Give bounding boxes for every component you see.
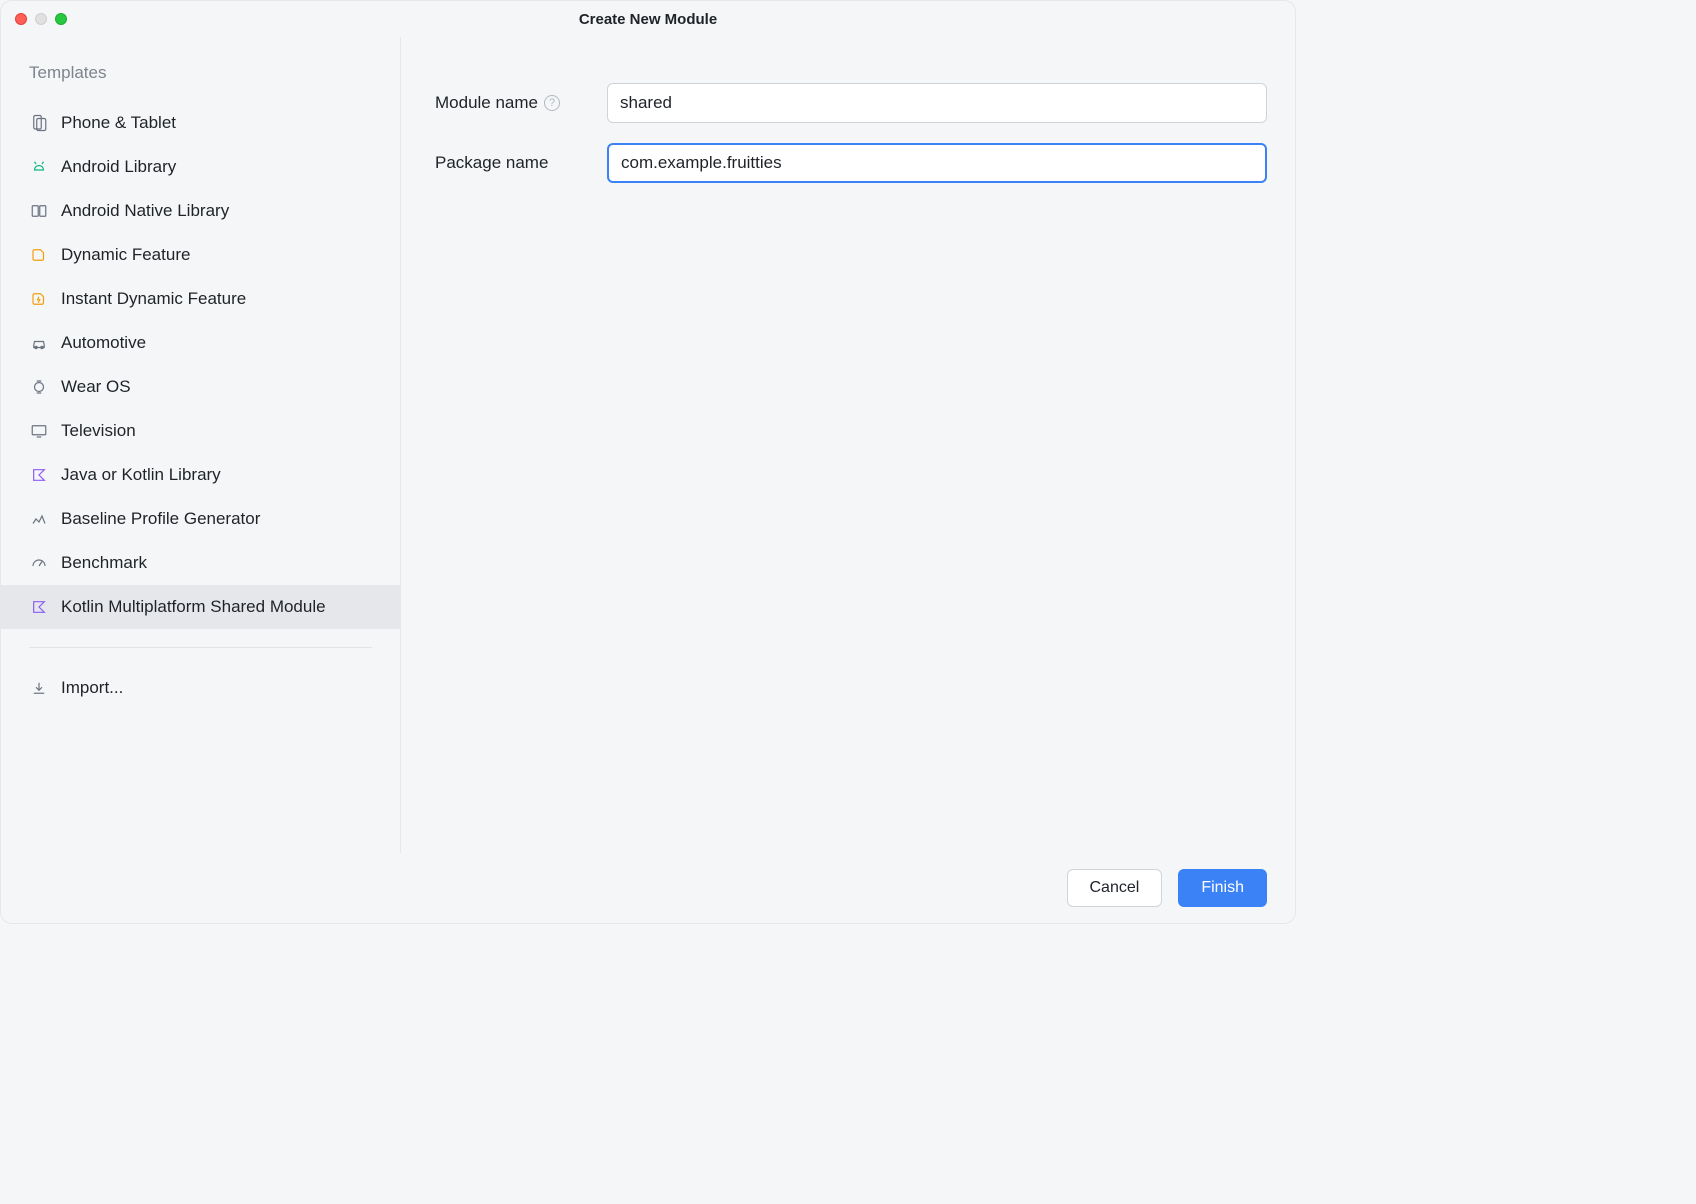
template-label: Television xyxy=(61,421,136,441)
dialog-footer: Cancel Finish xyxy=(1,853,1295,923)
create-module-dialog: Create New Module Templates Phone & Tabl… xyxy=(0,0,1296,924)
module-name-row: Module name ? xyxy=(435,83,1267,123)
zoom-window-button[interactable] xyxy=(55,13,67,25)
template-label: Wear OS xyxy=(61,377,131,397)
template-automotive[interactable]: Automotive xyxy=(1,321,400,365)
minimize-window-button[interactable] xyxy=(35,13,47,25)
template-television[interactable]: Television xyxy=(1,409,400,453)
cancel-button[interactable]: Cancel xyxy=(1067,869,1163,907)
watch-icon xyxy=(29,377,49,397)
titlebar: Create New Module xyxy=(1,1,1295,37)
template-label: Instant Dynamic Feature xyxy=(61,289,246,309)
template-phone-tablet[interactable]: Phone & Tablet xyxy=(1,101,400,145)
template-label: Android Native Library xyxy=(61,201,229,221)
template-label: Phone & Tablet xyxy=(61,113,176,133)
kotlin-icon xyxy=(29,465,49,485)
close-window-button[interactable] xyxy=(15,13,27,25)
cpp-icon xyxy=(29,201,49,221)
templates-sidebar: Templates Phone & Tablet xyxy=(1,37,401,853)
template-baseline-profile-generator[interactable]: Baseline Profile Generator xyxy=(1,497,400,541)
template-label: Android Library xyxy=(61,157,176,177)
template-label: Kotlin Multiplatform Shared Module xyxy=(61,597,326,617)
module-name-label: Module name xyxy=(435,93,538,113)
phone-tablet-icon xyxy=(29,113,49,133)
window-title: Create New Module xyxy=(579,11,717,28)
template-dynamic-feature[interactable]: Dynamic Feature xyxy=(1,233,400,277)
template-kotlin-multiplatform-shared-module[interactable]: Kotlin Multiplatform Shared Module xyxy=(1,585,400,629)
import-icon xyxy=(29,678,49,698)
template-label: Baseline Profile Generator xyxy=(61,509,260,529)
dialog-body: Templates Phone & Tablet xyxy=(1,37,1295,853)
help-icon[interactable]: ? xyxy=(544,95,560,111)
template-label: Import... xyxy=(61,678,123,698)
sidebar-divider xyxy=(29,647,372,648)
template-java-kotlin-library[interactable]: Java or Kotlin Library xyxy=(1,453,400,497)
profile-icon xyxy=(29,509,49,529)
car-icon xyxy=(29,333,49,353)
package-name-label-wrap: Package name xyxy=(435,153,593,173)
module-name-input[interactable] xyxy=(607,83,1267,123)
template-import[interactable]: Import... xyxy=(1,666,400,710)
template-wear-os[interactable]: Wear OS xyxy=(1,365,400,409)
template-android-library[interactable]: Android Library xyxy=(1,145,400,189)
module-name-label-wrap: Module name ? xyxy=(435,93,593,113)
kotlin-icon xyxy=(29,597,49,617)
templates-header: Templates xyxy=(1,59,400,101)
template-instant-dynamic-feature[interactable]: Instant Dynamic Feature xyxy=(1,277,400,321)
module-form: Module name ? Package name xyxy=(401,37,1295,853)
template-label: Java or Kotlin Library xyxy=(61,465,221,485)
android-icon xyxy=(29,157,49,177)
template-benchmark[interactable]: Benchmark xyxy=(1,541,400,585)
template-label: Benchmark xyxy=(61,553,147,573)
dynamic-feature-icon xyxy=(29,245,49,265)
template-android-native-library[interactable]: Android Native Library xyxy=(1,189,400,233)
window-controls xyxy=(15,13,67,25)
package-name-row: Package name xyxy=(435,143,1267,183)
template-label: Automotive xyxy=(61,333,146,353)
templates-list: Phone & Tablet Android Library xyxy=(1,101,400,629)
tv-icon xyxy=(29,421,49,441)
gauge-icon xyxy=(29,553,49,573)
package-name-label: Package name xyxy=(435,153,548,173)
finish-button[interactable]: Finish xyxy=(1178,869,1267,907)
template-label: Dynamic Feature xyxy=(61,245,190,265)
instant-feature-icon xyxy=(29,289,49,309)
package-name-input[interactable] xyxy=(607,143,1267,183)
